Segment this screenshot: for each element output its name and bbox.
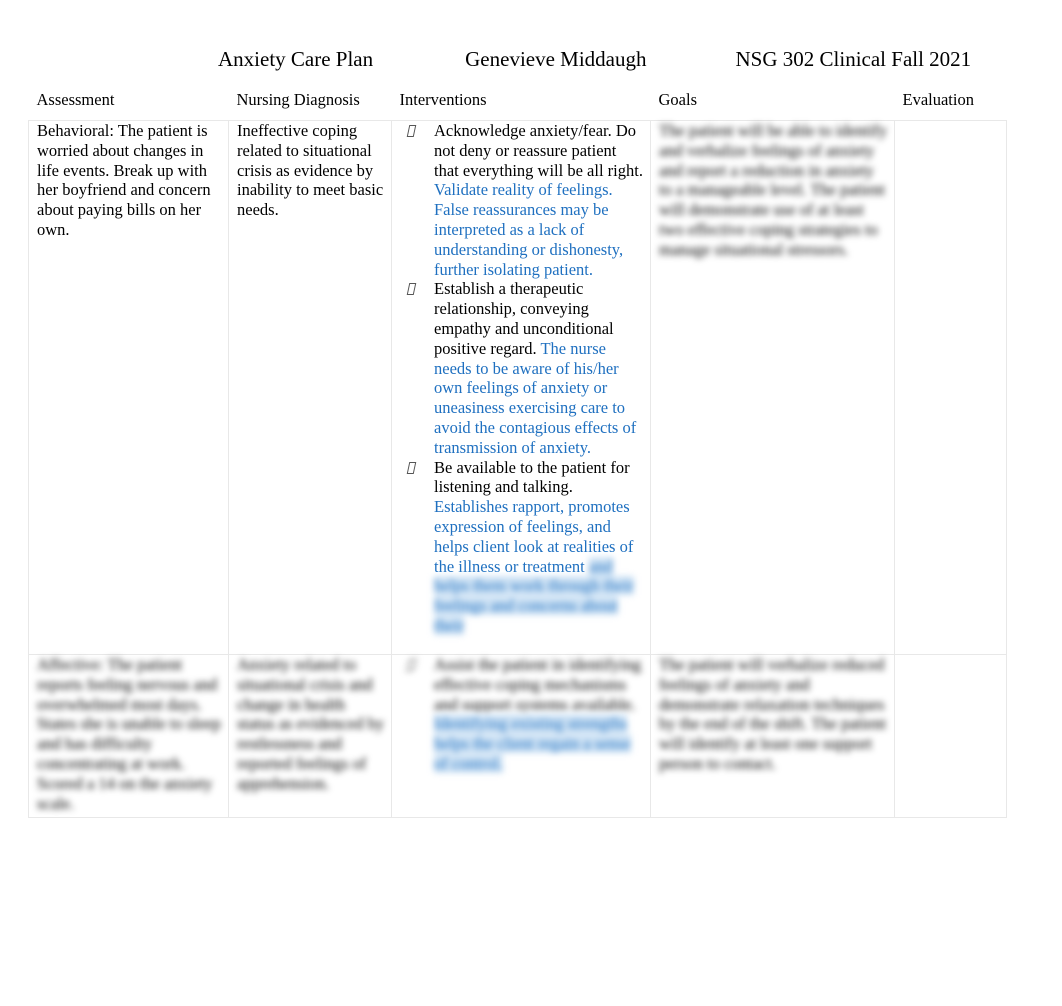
column-header-nursing-diagnosis: Nursing Diagnosis: [229, 86, 392, 121]
cell-assessment[interactable]: Behavioral: The patient is worried about…: [28, 120, 229, 655]
table-row: Behavioral: The patient is worried about…: [28, 120, 1007, 655]
intervention-item[interactable]: Assist the patient in identifying effect…: [400, 655, 644, 774]
column-header-label: Nursing Diagnosis: [236, 90, 360, 109]
cell-evaluation[interactable]: [894, 653, 1007, 819]
column-header-label: Interventions: [399, 90, 487, 109]
column-header-interventions: Interventions: [392, 86, 651, 121]
care-plan-table: Assessment Nursing Diagnosis Interventio…: [28, 86, 1007, 819]
interventions-list: Assist the patient in identifying effect…: [400, 655, 644, 774]
goals-text: The patient will be able to identify and…: [659, 121, 888, 259]
nursing-diagnosis-text: Anxiety related to situational crisis an…: [237, 655, 385, 793]
intervention-item[interactable]: Be available to the patient for listenin…: [400, 458, 644, 636]
header-course-name: NSG 302 Clinical Fall 2021: [735, 47, 972, 71]
document-page: Anxiety Care Plan Genevieve Middaugh NSG…: [0, 0, 1062, 1006]
table-header-row: Assessment Nursing Diagnosis Interventio…: [29, 86, 1007, 121]
bullet-icon: [406, 283, 417, 296]
nursing-diagnosis-text: Ineffective coping related to situationa…: [237, 121, 384, 220]
column-header-label: Evaluation: [902, 90, 974, 109]
document-running-header: Anxiety Care Plan Genevieve Middaugh NSG…: [0, 44, 1062, 76]
bullet-icon: [406, 461, 417, 474]
intervention-action: Be available to the patient for listenin…: [434, 457, 630, 497]
column-header-assessment: Assessment: [29, 86, 229, 121]
intervention-action: Assist the patient in identifying effect…: [434, 655, 642, 714]
cell-assessment[interactable]: Affective: The patient reports feeling n…: [28, 653, 229, 819]
selected-text-highlight[interactable]: Identifying existing strengths helps the…: [434, 714, 631, 773]
column-header-label: Assessment: [36, 90, 115, 109]
assessment-text: Behavioral: The patient is worried about…: [37, 121, 211, 239]
cell-nursing-diagnosis[interactable]: Anxiety related to situational crisis an…: [228, 653, 392, 819]
intervention-rationale: Validate reality of feelings. False reas…: [434, 180, 624, 279]
table-row: Affective: The patient reports feeling n…: [28, 653, 1007, 819]
bullet-icon: [406, 125, 417, 137]
cell-goals[interactable]: The patient will verbalize reduced feeli…: [650, 653, 895, 819]
header-author-name: Genevieve Middaugh: [465, 47, 647, 71]
interventions-list: Acknowledge anxiety/fear. Do not deny or…: [400, 121, 644, 636]
intervention-item[interactable]: Establish a therapeutic relationship, co…: [400, 279, 644, 457]
column-header-evaluation: Evaluation: [895, 86, 1007, 121]
intervention-action: Acknowledge anxiety/fear. Do not deny or…: [434, 121, 643, 180]
assessment-text: Affective: The patient reports feeling n…: [37, 655, 221, 813]
intervention-item[interactable]: Acknowledge anxiety/fear. Do not deny or…: [400, 121, 644, 279]
cell-evaluation[interactable]: [894, 120, 1007, 655]
cell-interventions[interactable]: Assist the patient in identifying effect…: [391, 653, 651, 819]
cell-interventions[interactable]: Acknowledge anxiety/fear. Do not deny or…: [391, 120, 651, 655]
column-header-goals: Goals: [651, 86, 895, 121]
cell-nursing-diagnosis[interactable]: Ineffective coping related to situationa…: [228, 120, 392, 655]
cell-goals[interactable]: The patient will be able to identify and…: [650, 120, 895, 655]
bullet-icon: [406, 659, 417, 671]
header-document-title: Anxiety Care Plan: [218, 47, 374, 71]
goals-text: The patient will verbalize reduced feeli…: [659, 655, 886, 773]
column-header-label: Goals: [658, 90, 698, 109]
